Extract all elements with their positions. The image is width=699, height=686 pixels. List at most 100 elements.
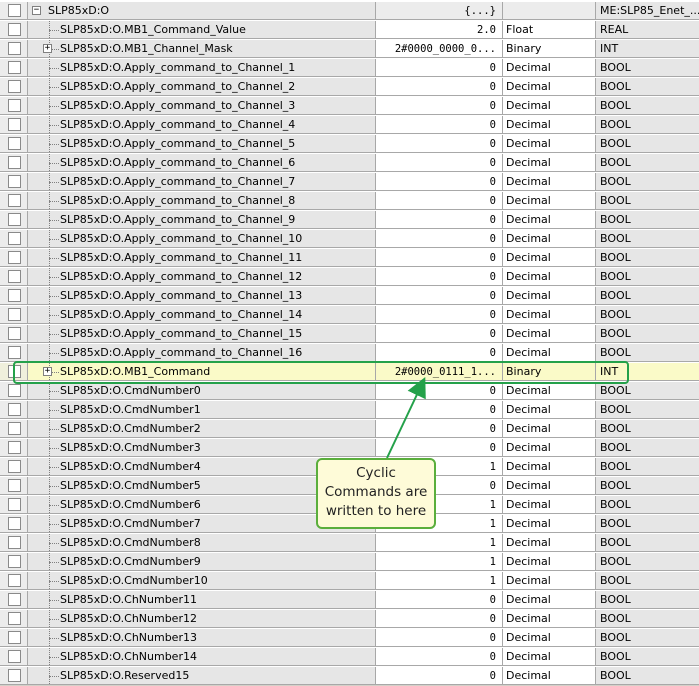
style-cell[interactable]: Decimal xyxy=(503,135,596,153)
style-cell[interactable]: Decimal xyxy=(503,496,596,514)
value-cell[interactable]: 0 xyxy=(376,439,503,457)
name-cell[interactable]: + SLP85xD:O.MB1_Channel_Mask xyxy=(28,40,376,58)
name-cell[interactable]: SLP85xD:O.Apply_command_to_Channel_14 xyxy=(28,306,376,324)
value-cell[interactable]: 0 xyxy=(376,610,503,628)
row-selector[interactable] xyxy=(0,515,28,533)
name-cell[interactable]: SLP85xD:O.CmdNumber1 xyxy=(28,401,376,419)
row-selector[interactable] xyxy=(0,78,28,96)
row-checkbox[interactable] xyxy=(8,80,21,93)
name-cell[interactable]: SLP85xD:O.Apply_command_to_Channel_15 xyxy=(28,325,376,343)
table-row[interactable]: SLP85xD:O.ChNumber13 0 Decimal BOOL xyxy=(0,629,699,648)
value-cell[interactable]: {...} xyxy=(376,2,503,20)
row-checkbox[interactable] xyxy=(8,346,21,359)
row-selector[interactable] xyxy=(0,648,28,666)
value-cell[interactable]: 0 xyxy=(376,268,503,286)
style-cell[interactable]: Decimal xyxy=(503,591,596,609)
table-row[interactable]: SLP85xD:O.Reserved15 0 Decimal BOOL xyxy=(0,667,699,686)
row-selector[interactable] xyxy=(0,420,28,438)
table-row[interactable]: SLP85xD:O.Apply_command_to_Channel_7 0 Dec… xyxy=(0,173,699,192)
style-cell[interactable]: Decimal xyxy=(503,249,596,267)
row-checkbox[interactable] xyxy=(8,536,21,549)
style-cell[interactable]: Decimal xyxy=(503,173,596,191)
row-selector[interactable] xyxy=(0,306,28,324)
style-cell[interactable]: Decimal xyxy=(503,648,596,666)
row-selector[interactable] xyxy=(0,154,28,172)
table-row[interactable]: SLP85xD:O.Apply_command_to_Channel_6 0 Dec… xyxy=(0,154,699,173)
row-selector[interactable] xyxy=(0,591,28,609)
table-row[interactable]: SLP85xD:O.CmdNumber9 1 Decimal BOOL xyxy=(0,553,699,572)
row-checkbox[interactable] xyxy=(8,42,21,55)
row-selector[interactable] xyxy=(0,496,28,514)
style-cell[interactable]: Decimal xyxy=(503,344,596,362)
row-selector[interactable] xyxy=(0,268,28,286)
table-row[interactable]: SLP85xD:O.CmdNumber2 0 Decimal BOOL xyxy=(0,420,699,439)
style-cell[interactable]: Decimal xyxy=(503,382,596,400)
style-cell[interactable]: Decimal xyxy=(503,420,596,438)
value-cell[interactable]: 0 xyxy=(376,629,503,647)
style-cell[interactable]: Decimal xyxy=(503,78,596,96)
name-cell[interactable]: SLP85xD:O.ChNumber13 xyxy=(28,629,376,647)
table-row[interactable]: SLP85xD:O.Apply_command_to_Channel_8 0 Dec… xyxy=(0,192,699,211)
value-cell[interactable]: 0 xyxy=(376,306,503,324)
table-row[interactable]: SLP85xD:O.CmdNumber8 1 Decimal BOOL xyxy=(0,534,699,553)
row-checkbox[interactable] xyxy=(8,403,21,416)
style-cell[interactable]: Decimal xyxy=(503,59,596,77)
name-cell[interactable]: SLP85xD:O.Apply_command_to_Channel_10 xyxy=(28,230,376,248)
row-selector[interactable] xyxy=(0,534,28,552)
name-cell[interactable]: SLP85xD:O.ChNumber12 xyxy=(28,610,376,628)
style-cell[interactable]: Decimal xyxy=(503,154,596,172)
row-selector[interactable] xyxy=(0,325,28,343)
value-cell[interactable]: 1 xyxy=(376,572,503,590)
row-selector[interactable] xyxy=(0,211,28,229)
value-cell[interactable]: 0 xyxy=(376,287,503,305)
row-selector[interactable] xyxy=(0,59,28,77)
value-cell[interactable]: 0 xyxy=(376,591,503,609)
name-cell[interactable]: SLP85xD:O.MB1_Command_Value xyxy=(28,21,376,39)
name-cell[interactable]: SLP85xD:O.ChNumber11 xyxy=(28,591,376,609)
table-row[interactable]: SLP85xD:O.CmdNumber0 0 Decimal BOOL xyxy=(0,382,699,401)
row-checkbox[interactable] xyxy=(8,384,21,397)
root-row[interactable]: − SLP85xD:O {...} ME:SLP85_Enet_... xyxy=(0,2,699,21)
row-selector[interactable] xyxy=(0,629,28,647)
table-row[interactable]: SLP85xD:O.Apply_command_to_Channel_12 0 De… xyxy=(0,268,699,287)
name-cell[interactable]: SLP85xD:O.Apply_command_to_Channel_1 xyxy=(28,59,376,77)
style-cell[interactable]: Float xyxy=(503,21,596,39)
row-checkbox[interactable] xyxy=(8,99,21,112)
name-cell[interactable]: − SLP85xD:O xyxy=(28,2,376,20)
table-row[interactable]: + SLP85xD:O.MB1_Channel_Mask 2#0000_0000_0… xyxy=(0,40,699,59)
style-cell[interactable]: Decimal xyxy=(503,553,596,571)
style-cell[interactable]: Decimal xyxy=(503,534,596,552)
style-cell[interactable]: Decimal xyxy=(503,116,596,134)
name-cell[interactable]: SLP85xD:O.Apply_command_to_Channel_3 xyxy=(28,97,376,115)
row-selector[interactable] xyxy=(0,344,28,362)
row-checkbox[interactable] xyxy=(8,479,21,492)
style-cell[interactable]: Decimal xyxy=(503,268,596,286)
table-row[interactable]: SLP85xD:O.Apply_command_to_Channel_3 0 Dec… xyxy=(0,97,699,116)
table-row[interactable]: SLP85xD:O.Apply_command_to_Channel_14 0 De… xyxy=(0,306,699,325)
row-selector[interactable] xyxy=(0,458,28,476)
style-cell[interactable]: Binary xyxy=(503,40,596,58)
row-checkbox[interactable] xyxy=(8,194,21,207)
name-cell[interactable]: SLP85xD:O.Apply_command_to_Channel_12 xyxy=(28,268,376,286)
value-cell[interactable]: 0 xyxy=(376,420,503,438)
table-row[interactable]: SLP85xD:O.Apply_command_to_Channel_5 0 Dec… xyxy=(0,135,699,154)
style-cell[interactable]: Decimal xyxy=(503,458,596,476)
name-cell[interactable]: SLP85xD:O.CmdNumber10 xyxy=(28,572,376,590)
style-cell[interactable]: Decimal xyxy=(503,230,596,248)
style-cell[interactable]: Decimal xyxy=(503,325,596,343)
table-row[interactable]: SLP85xD:O.Apply_command_to_Channel_1 0 Dec… xyxy=(0,59,699,78)
row-selector[interactable] xyxy=(0,572,28,590)
style-cell[interactable]: Decimal xyxy=(503,477,596,495)
table-row[interactable]: SLP85xD:O.Apply_command_to_Channel_9 0 Dec… xyxy=(0,211,699,230)
row-selector[interactable] xyxy=(0,477,28,495)
style-cell[interactable]: Decimal xyxy=(503,401,596,419)
row-selector[interactable] xyxy=(0,287,28,305)
row-selector[interactable] xyxy=(0,173,28,191)
table-row[interactable]: SLP85xD:O.Apply_command_to_Channel_13 0 De… xyxy=(0,287,699,306)
row-checkbox[interactable] xyxy=(8,232,21,245)
table-row[interactable]: SLP85xD:O.ChNumber12 0 Decimal BOOL xyxy=(0,610,699,629)
value-cell[interactable]: 0 xyxy=(376,59,503,77)
row-selector[interactable] xyxy=(0,40,28,58)
name-cell[interactable]: SLP85xD:O.CmdNumber8 xyxy=(28,534,376,552)
style-cell[interactable]: Decimal xyxy=(503,192,596,210)
